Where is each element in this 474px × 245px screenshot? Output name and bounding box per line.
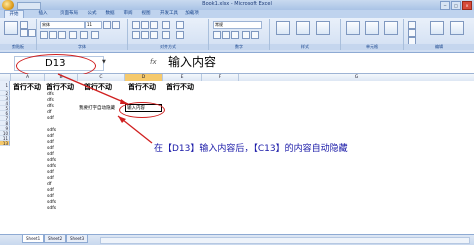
sheet-tab-1[interactable]: Sheet1 bbox=[22, 235, 45, 243]
sheet-tab-bar: Sheet1 Sheet2 Sheet3 bbox=[0, 234, 474, 245]
sheet-tab-3[interactable]: Sheet3 bbox=[66, 235, 89, 243]
sheet-tab-2[interactable]: Sheet2 bbox=[44, 235, 67, 243]
arrow-head bbox=[120, 99, 128, 104]
arrow-overlay bbox=[57, 73, 153, 144]
annotation-text: 在【D13】输入内容后，【C13】的内容自动隐藏 bbox=[154, 144, 348, 154]
horizontal-scrollbar[interactable] bbox=[100, 237, 470, 244]
arrow-namebox-to-cell bbox=[57, 73, 129, 105]
